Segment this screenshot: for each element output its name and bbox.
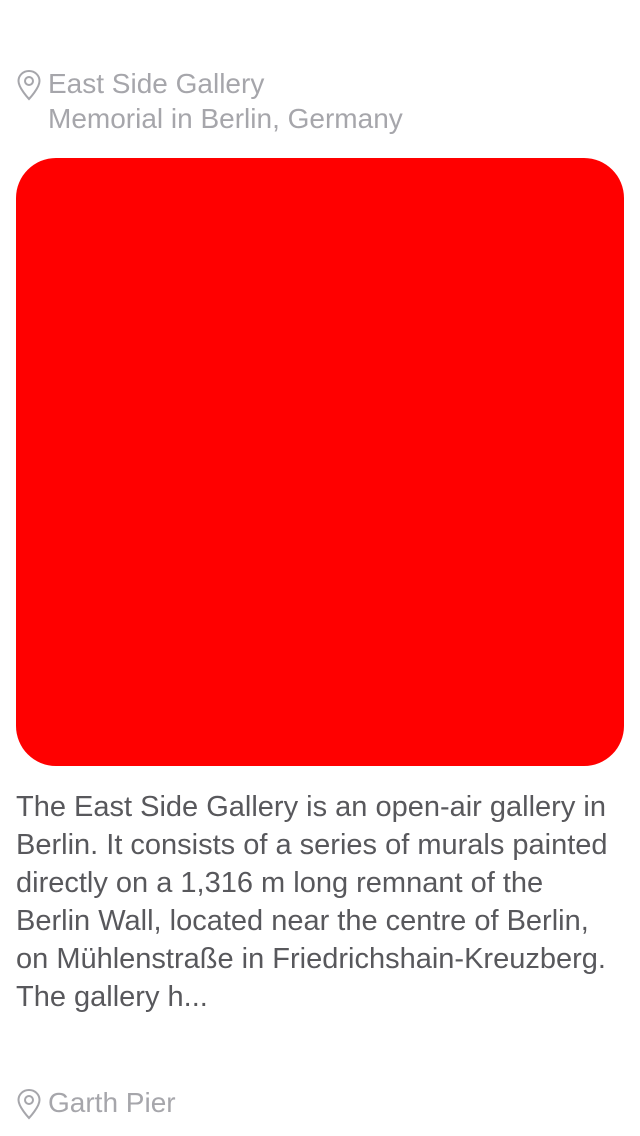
place-image[interactable] xyxy=(16,158,624,766)
place-subtitle: Memorial in Berlin, Germany xyxy=(48,103,403,134)
place-title[interactable]: East Side Gallery xyxy=(48,68,264,99)
map-pin-icon xyxy=(17,1088,41,1120)
place-header: East Side Gallery Memorial in Berlin, Ge… xyxy=(16,66,403,136)
place-description: The East Side Gallery is an open-air gal… xyxy=(16,791,608,1013)
place-header: Garth Pier xyxy=(16,1085,176,1120)
map-pin-icon xyxy=(17,69,41,101)
place-title[interactable]: Garth Pier xyxy=(48,1087,176,1118)
